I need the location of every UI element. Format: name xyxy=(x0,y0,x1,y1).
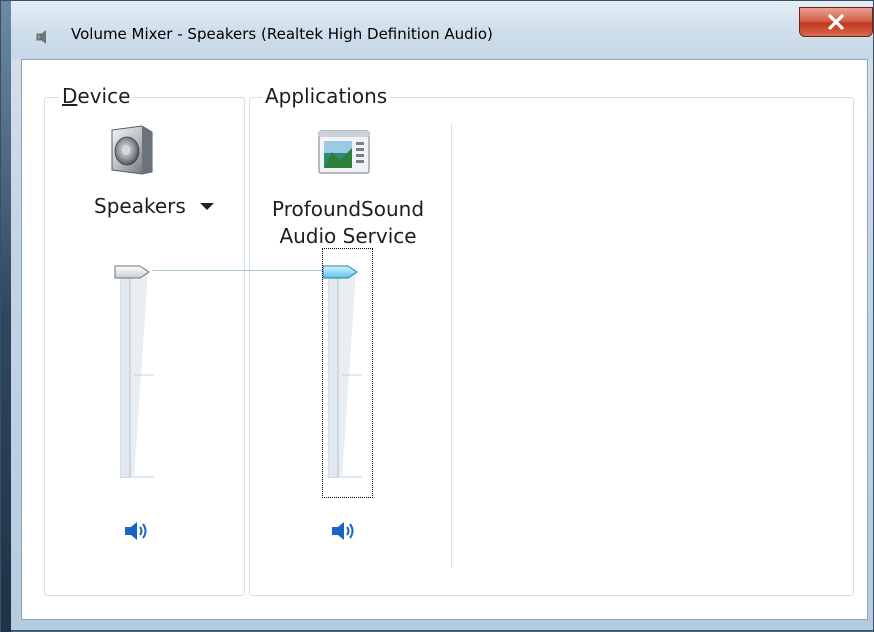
device-volume-thumb[interactable] xyxy=(114,265,150,279)
device-group-label: Device xyxy=(59,84,134,108)
window-left-edge xyxy=(1,1,11,632)
speaker-icon xyxy=(36,30,46,44)
application-window-icon xyxy=(318,130,370,174)
chevron-down-icon[interactable] xyxy=(200,203,214,210)
device-name[interactable]: Speakers xyxy=(94,194,186,218)
slider-track xyxy=(120,272,154,478)
volume-link-line xyxy=(152,270,346,271)
device-volume-slider[interactable] xyxy=(114,260,158,490)
device-mute-button[interactable] xyxy=(123,519,153,543)
slider-focus-rectangle xyxy=(322,248,373,498)
window-title: Volume Mixer - Speakers (Realtek High De… xyxy=(71,25,493,43)
speaker-volume-icon xyxy=(332,522,354,540)
application-mute-button[interactable] xyxy=(330,519,360,543)
close-button[interactable] xyxy=(799,7,873,37)
speaker-volume-icon xyxy=(125,522,147,540)
application-name: ProfoundSound Audio Service xyxy=(268,196,428,250)
mixer-client-area: Device Applications Speakers ProfoundSou… xyxy=(21,59,868,620)
close-icon xyxy=(828,14,844,30)
application-divider xyxy=(451,124,452,568)
application-name-line-2: Audio Service xyxy=(279,224,417,248)
title-bar[interactable]: Volume Mixer - Speakers (Realtek High De… xyxy=(11,1,873,59)
speaker-device-icon[interactable] xyxy=(110,124,154,176)
application-name-line-1: ProfoundSound xyxy=(271,197,425,221)
applications-group-label: Applications xyxy=(262,84,391,108)
volume-mixer-window: Volume Mixer - Speakers (Realtek High De… xyxy=(0,0,874,632)
